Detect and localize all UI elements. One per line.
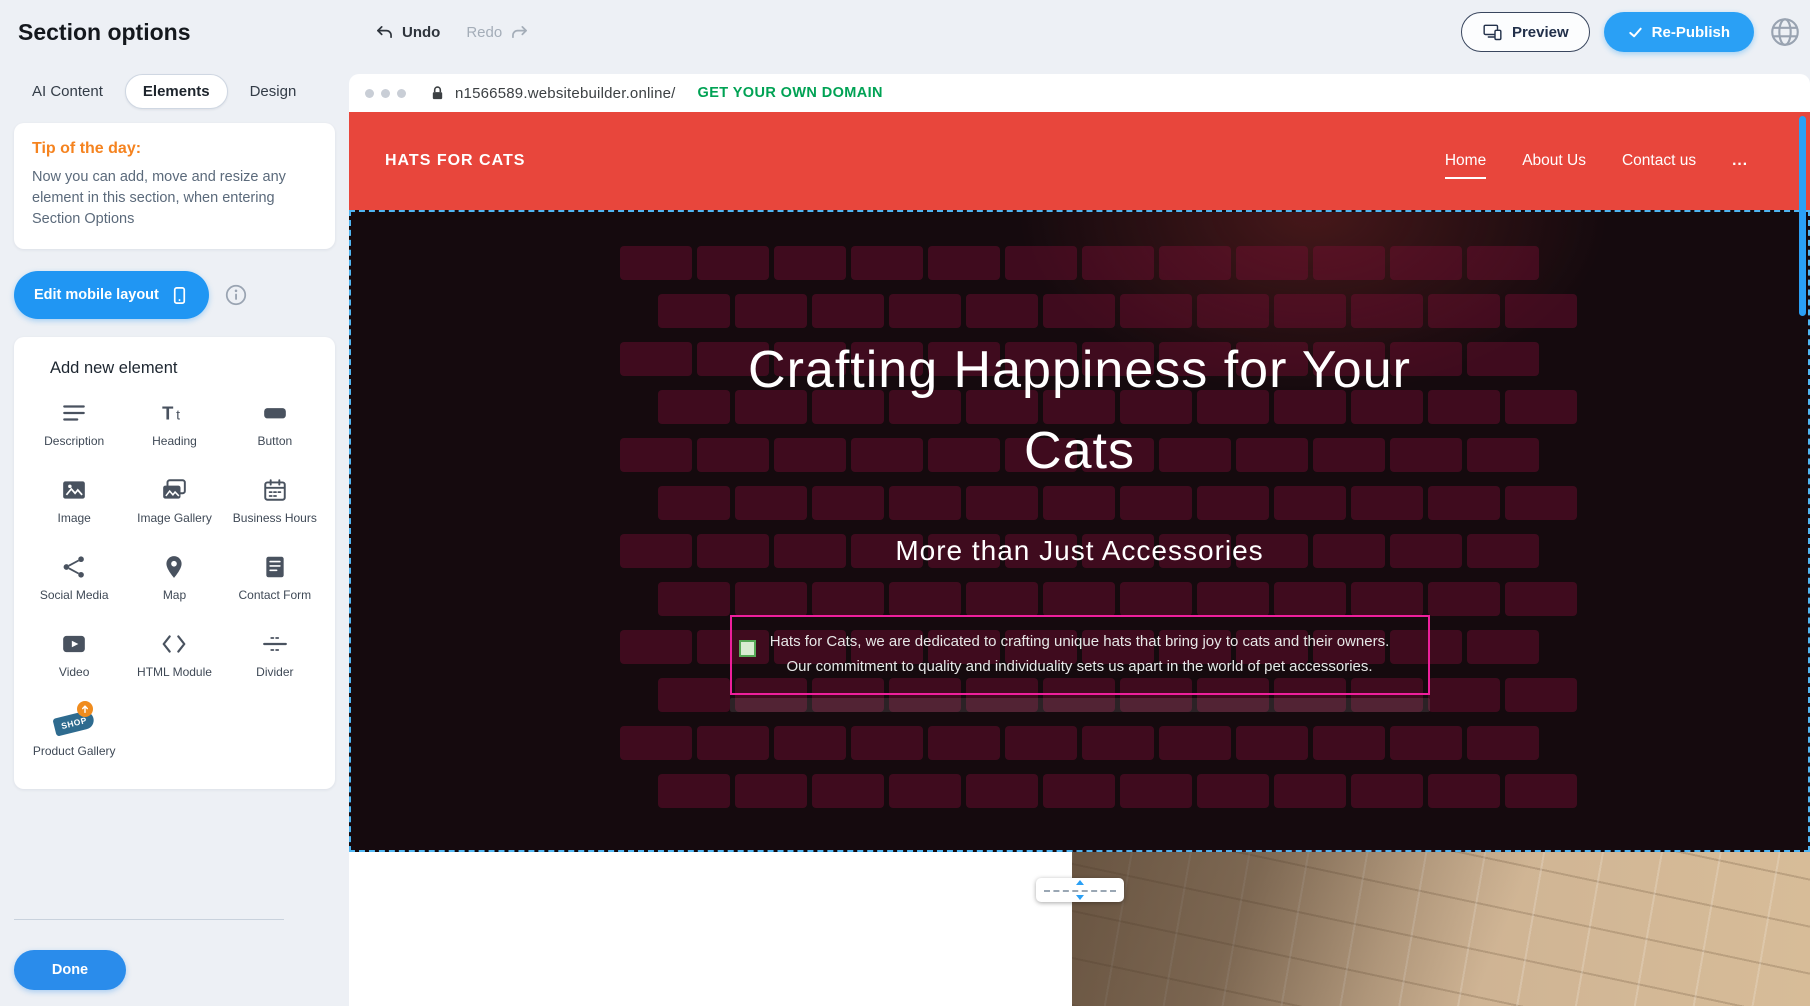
element-tile-heading[interactable]: Tt Heading <box>124 400 224 449</box>
video-icon <box>61 631 87 657</box>
info-icon <box>225 284 247 306</box>
tip-body: Now you can add, move and resize any ele… <box>32 167 317 230</box>
site-logo: HATS FOR CATS <box>385 152 525 170</box>
edit-mobile-layout-label: Edit mobile layout <box>34 287 159 303</box>
social-media-icon <box>61 554 87 580</box>
topbar-actions: Preview Re-Publish <box>1461 0 1802 64</box>
tab-design[interactable]: Design <box>232 74 315 109</box>
element-tile-business-hours[interactable]: Business Hours <box>225 477 325 526</box>
preview-button[interactable]: Preview <box>1461 12 1590 52</box>
window-dot <box>397 89 406 98</box>
nav-item-contact-us[interactable]: Contact us <box>1622 152 1696 170</box>
info-button[interactable] <box>225 284 247 306</box>
site-url: n1566589.websitebuilder.online/ <box>455 85 676 102</box>
hero-heading[interactable]: Crafting Happiness for Your Cats <box>740 330 1420 491</box>
description-icon <box>61 400 87 426</box>
section-resize-handle[interactable] <box>1036 878 1124 902</box>
preview-label: Preview <box>1512 24 1569 41</box>
redo-label: Redo <box>466 24 502 41</box>
button-icon <box>262 400 288 426</box>
element-tile-divider[interactable]: Divider <box>225 631 325 680</box>
redo-button[interactable]: Redo <box>466 24 529 41</box>
globe-icon <box>1768 15 1802 49</box>
sidebar-tabs: AI Content Elements Design <box>0 64 349 115</box>
element-tile-video[interactable]: Video <box>24 631 124 680</box>
scrollbar-thumb[interactable] <box>1799 116 1806 316</box>
topbar: Section options Undo Redo Preview Re-Pub… <box>0 0 1810 64</box>
get-domain-link[interactable]: GET YOUR OWN DOMAIN <box>698 85 883 101</box>
drag-ghost <box>730 698 1430 712</box>
image-gallery-icon <box>161 477 187 503</box>
hero-section-selected[interactable]: Crafting Happiness for Your Cats More th… <box>349 210 1810 852</box>
hero-content: Crafting Happiness for Your Cats More th… <box>351 212 1808 850</box>
element-select-handle[interactable] <box>739 640 756 657</box>
contact-form-icon <box>262 554 288 580</box>
history-controls: Undo Redo <box>375 0 529 64</box>
code-icon <box>161 631 187 657</box>
add-element-card: Add new element Description Tt Heading B… <box>14 337 335 789</box>
app-root: Section options Undo Redo Preview Re-Pub… <box>0 0 1810 1006</box>
selected-text-element[interactable]: Hats for Cats, we are dedicated to craft… <box>730 615 1430 695</box>
site-header: HATS FOR CATS Home About Us Contact us .… <box>349 112 1810 210</box>
svg-text:T: T <box>163 403 175 424</box>
element-tile-image[interactable]: Image <box>24 477 124 526</box>
pavement-photo <box>1072 852 1810 1006</box>
check-icon <box>1628 25 1643 40</box>
element-tile-image-gallery[interactable]: Image Gallery <box>124 477 224 526</box>
business-hours-icon <box>262 477 288 503</box>
element-tile-map[interactable]: Map <box>124 554 224 603</box>
language-globe-button[interactable] <box>1768 15 1802 49</box>
window-dot <box>381 89 390 98</box>
nav-item-home[interactable]: Home <box>1445 152 1486 170</box>
heading-icon: Tt <box>161 400 187 426</box>
element-tile-product-gallery[interactable]: SHOP Product Gallery <box>24 708 124 759</box>
devices-icon <box>1482 22 1503 42</box>
done-button[interactable]: Done <box>14 950 126 990</box>
builder-canvas: n1566589.websitebuilder.online/ GET YOUR… <box>349 74 1810 1006</box>
resize-arrows-icon <box>1073 879 1087 901</box>
site-preview: HATS FOR CATS Home About Us Contact us .… <box>349 112 1810 1006</box>
element-tile-button[interactable]: Button <box>225 400 325 449</box>
nav-more-menu[interactable]: ... <box>1732 152 1748 170</box>
hero-paragraph: Hats for Cats, we are dedicated to craft… <box>756 630 1404 680</box>
svg-text:t: t <box>177 407 181 423</box>
product-gallery-icon: SHOP <box>54 708 94 736</box>
redo-icon <box>510 25 529 40</box>
tab-ai-content[interactable]: AI Content <box>14 74 121 109</box>
undo-icon <box>375 25 394 40</box>
tab-elements[interactable]: Elements <box>125 74 228 109</box>
image-icon <box>61 477 87 503</box>
element-tile-description[interactable]: Description <box>24 400 124 449</box>
undo-label: Undo <box>402 24 440 41</box>
page-title: Section options <box>18 19 191 46</box>
site-nav: Home About Us Contact us ... <box>1445 152 1774 170</box>
mobile-layout-row: Edit mobile layout <box>14 271 335 319</box>
sidebar-divider <box>14 919 284 920</box>
add-element-title: Add new element <box>24 359 325 378</box>
element-tile-social-media[interactable]: Social Media <box>24 554 124 603</box>
element-grid: Description Tt Heading Button Image Imag… <box>24 400 325 759</box>
element-tile-html-module[interactable]: HTML Module <box>124 631 224 680</box>
element-tile-contact-form[interactable]: Contact Form <box>225 554 325 603</box>
undo-button[interactable]: Undo <box>375 24 440 41</box>
next-section-blank <box>349 852 1072 1006</box>
browser-chrome: n1566589.websitebuilder.online/ GET YOUR… <box>349 74 1810 112</box>
edit-mobile-layout-button[interactable]: Edit mobile layout <box>14 271 209 319</box>
nav-item-about-us[interactable]: About Us <box>1522 152 1586 170</box>
republish-button[interactable]: Re-Publish <box>1604 12 1754 52</box>
republish-label: Re-Publish <box>1652 24 1730 41</box>
phone-icon <box>170 286 189 305</box>
tip-title: Tip of the day: <box>32 140 317 158</box>
divider-icon <box>262 631 288 657</box>
tip-card: Tip of the day: Now you can add, move an… <box>14 123 335 249</box>
window-dot <box>365 89 374 98</box>
map-pin-icon <box>161 554 187 580</box>
hero-subheading[interactable]: More than Just Accessories <box>895 535 1263 567</box>
sidebar: AI Content Elements Design Tip of the da… <box>0 64 349 1006</box>
next-section <box>349 852 1810 1006</box>
lock-icon <box>430 85 445 101</box>
window-controls <box>365 89 406 98</box>
